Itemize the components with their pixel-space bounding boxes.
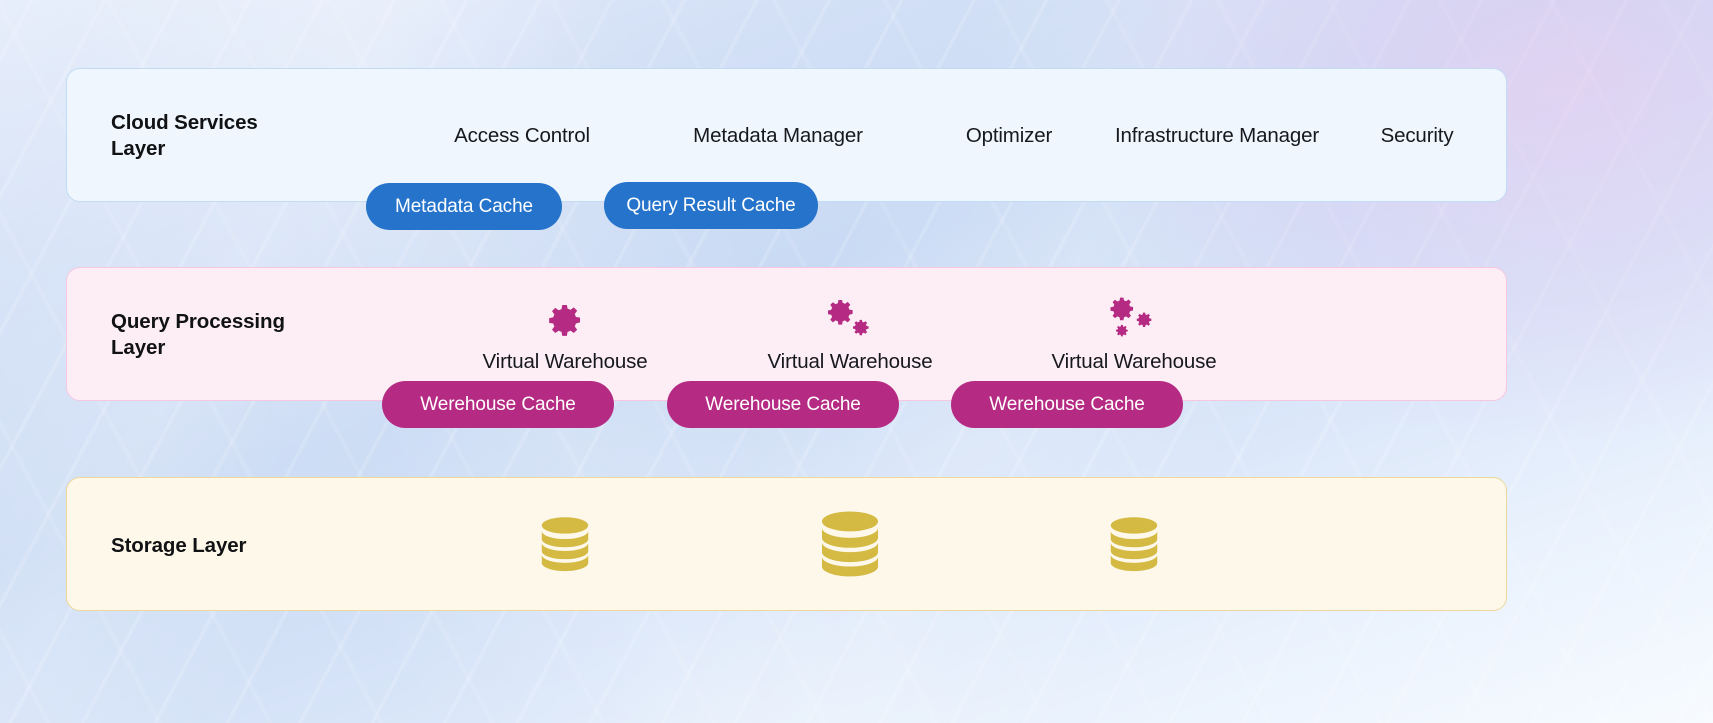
database-icon: [821, 511, 879, 577]
database-icon: [1110, 517, 1158, 572]
cloud-services-layer-title: Cloud Services Layer: [111, 111, 258, 161]
component-label: Metadata Manager: [693, 123, 863, 147]
warehouse-cache-pill-2[interactable]: Werehouse Cache: [951, 381, 1183, 428]
component-infrastructure-manager[interactable]: Infrastructure Manager: [1102, 69, 1332, 203]
pill-label: Metadata Cache: [394, 195, 534, 217]
pill-label: Query Result Cache: [626, 194, 796, 216]
metadata-cache-pill[interactable]: Metadata Cache: [366, 183, 562, 230]
virtual-warehouse-label: Virtual Warehouse: [767, 350, 933, 373]
gear-icon: [545, 296, 585, 344]
storage-node-2[interactable]: [1019, 478, 1249, 612]
pill-label: Werehouse Cache: [989, 393, 1145, 415]
gears-double-icon: [822, 296, 878, 344]
database-icon: [541, 517, 589, 572]
pill-label: Werehouse Cache: [420, 393, 576, 415]
virtual-warehouse-label: Virtual Warehouse: [482, 350, 648, 373]
component-label: Security: [1380, 123, 1454, 147]
gears-triple-icon: [1105, 296, 1163, 344]
component-optimizer[interactable]: Optimizer: [894, 69, 1124, 203]
component-security[interactable]: Security: [1302, 69, 1532, 203]
component-label: Access Control: [454, 123, 590, 147]
warehouse-cache-pill-1[interactable]: Werehouse Cache: [667, 381, 899, 428]
pill-label: Werehouse Cache: [705, 393, 861, 415]
component-label: Optimizer: [965, 123, 1053, 147]
warehouse-cache-pill-0[interactable]: Werehouse Cache: [382, 381, 614, 428]
query-processing-layer-title: Query Processing Layer: [111, 310, 285, 360]
component-label: Infrastructure Manager: [1114, 123, 1320, 147]
virtual-warehouse-label: Virtual Warehouse: [1051, 350, 1217, 373]
storage-node-1[interactable]: [735, 478, 965, 612]
architecture-diagram: Cloud Services Layer Access Control Meta…: [0, 0, 1713, 723]
storage-node-0[interactable]: [450, 478, 680, 612]
storage-layer: Storage Layer: [66, 477, 1507, 611]
storage-layer-title: Storage Layer: [111, 534, 247, 557]
query-result-cache-pill[interactable]: Query Result Cache: [604, 182, 818, 229]
